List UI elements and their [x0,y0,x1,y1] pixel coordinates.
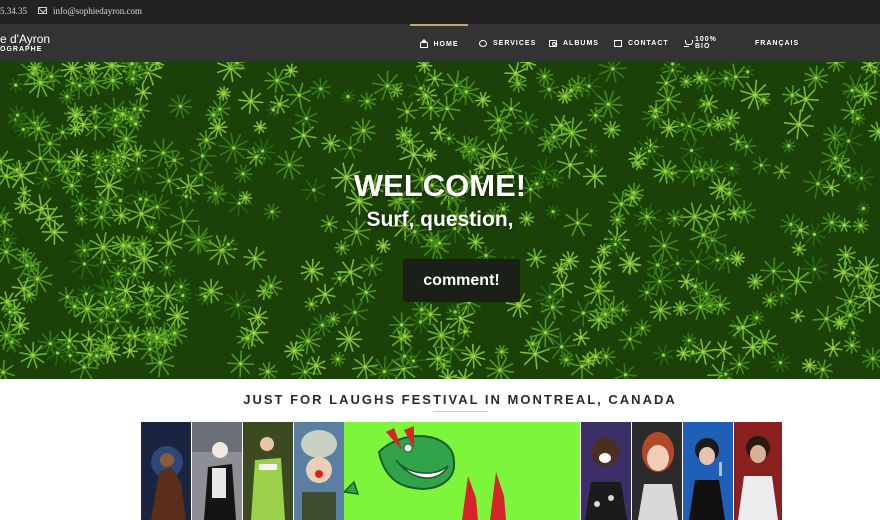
site-logo-subtitle: OGRAPHE [0,46,43,53]
crosshair-icon [479,39,487,47]
nav-item-services[interactable]: SERVICES [479,24,536,62]
camera-icon [549,39,557,47]
home-icon [419,38,428,48]
photo-festival-logo[interactable] [344,422,580,520]
site-logo-name[interactable]: e d'Ayron [0,32,50,46]
photo-clown[interactable] [294,422,344,520]
phone-number[interactable]: 5.34.35 [0,6,27,16]
envelope-icon [614,39,622,47]
photo-masked-performer[interactable] [141,422,191,520]
section-divider [433,411,488,412]
photo-comedian-woman[interactable] [632,422,682,520]
nav-label: HOME [433,40,459,48]
bio-icon [684,39,693,47]
hero-banner: WELCOME! Surf, question, comment! [0,62,880,379]
hero-title: WELCOME! [353,168,527,203]
photo-comedian-laughing[interactable] [581,422,631,520]
nav-label: FRANÇAIS [755,39,800,47]
hero-subtitle: Surf, question, [366,208,514,231]
photo-gallery [141,422,782,520]
envelope-icon [38,7,47,14]
nav-item-bio[interactable]: 100% BIO [684,24,720,62]
nav-item-contact[interactable]: CONTACT [614,24,669,62]
email-link[interactable]: info@sophiedayron.com [53,6,142,16]
nav-label: CONTACT [628,39,669,47]
top-info-bar: 5.34.35 info@sophiedayron.com [0,0,880,24]
nav-label: 100% BIO [694,36,717,50]
nav-item-home[interactable]: HOME [410,24,468,62]
nav-item-albums[interactable]: ALBUMS [549,24,599,62]
photo-mime-artist[interactable] [192,422,242,520]
section-title: JUST FOR LAUGHS FESTIVAL IN MONTREAL, CA… [243,392,677,407]
comment-button[interactable]: comment! [403,259,520,302]
nav-label: ALBUMS [563,39,599,47]
photo-comedian-man[interactable] [734,422,782,520]
photo-green-costume[interactable] [243,422,293,520]
photo-comedian-microphone[interactable] [683,422,733,520]
nav-item-language[interactable]: FRANÇAIS [755,24,799,62]
main-header: e d'Ayron OGRAPHE HOME SERVICES ALBUMS C… [0,24,880,62]
nav-label: SERVICES [493,39,537,47]
